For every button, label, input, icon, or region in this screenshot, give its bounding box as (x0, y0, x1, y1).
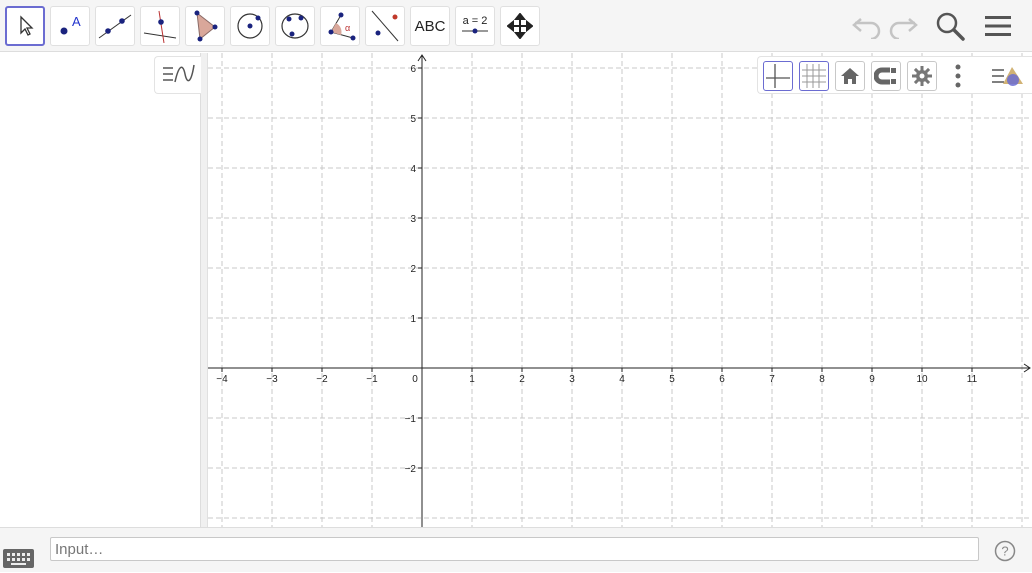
x-tick-label: 10 (916, 374, 928, 385)
x-tick-label: 5 (669, 374, 675, 385)
search-button[interactable] (932, 8, 968, 44)
text-tool[interactable]: ABC (410, 6, 450, 46)
perpendicular-line-icon (143, 10, 177, 43)
input-bar: ? (0, 527, 1032, 572)
more-options-button[interactable] (943, 61, 973, 91)
main-toolbar: A α ABC a = 2 (0, 0, 1032, 52)
y-tick-label: 2 (410, 264, 416, 275)
gear-icon (912, 66, 932, 86)
algebra-view-icon (163, 64, 195, 83)
y-tick-label: 6 (410, 64, 416, 75)
point-capturing-button[interactable] (871, 61, 901, 91)
slider-tool-label: a = 2 (462, 15, 488, 27)
undo-button[interactable] (849, 8, 885, 44)
svg-text:?: ? (1001, 544, 1008, 559)
polygon-icon (194, 10, 218, 42)
help-icon: ? (994, 540, 1016, 562)
x-tick-label: 8 (819, 374, 825, 385)
home-icon (841, 68, 859, 84)
x-tick-label: 9 (869, 374, 875, 385)
y-tick-label: 5 (410, 114, 416, 125)
point-tool[interactable]: A (50, 6, 90, 46)
hamburger-menu-icon (985, 16, 1011, 36)
angle-tool[interactable]: α (320, 6, 360, 46)
reflect-tool[interactable] (365, 6, 405, 46)
search-icon (936, 12, 965, 41)
circle-three-points-tool[interactable] (275, 6, 315, 46)
move-graphics-view-tool[interactable] (500, 6, 540, 46)
y-tick-label: −2 (405, 464, 417, 475)
slider-icon (462, 28, 488, 34)
y-tick-label: 4 (410, 164, 416, 175)
x-tick-label: 6 (719, 374, 725, 385)
text-tool-label: ABC (414, 17, 446, 35)
undo-icon (852, 18, 881, 39)
main-menu-button[interactable] (980, 8, 1016, 44)
circle-center-icon (237, 13, 263, 39)
line-icon (98, 14, 132, 39)
point-tool-label: A (72, 14, 81, 29)
magnet-icon (874, 67, 896, 85)
angle-tool-label: α (345, 23, 350, 33)
grid-toggle-button[interactable] (799, 61, 829, 91)
circle-three-points-icon (281, 13, 309, 39)
axes-icon (766, 64, 790, 88)
x-tick-label: 0 (412, 374, 418, 385)
circle-center-tool[interactable] (230, 6, 270, 46)
more-vertical-icon (955, 64, 961, 88)
reflect-icon (371, 10, 399, 42)
x-tick-label: −1 (366, 374, 378, 385)
x-tick-label: 3 (569, 374, 575, 385)
algebra-view (0, 53, 201, 527)
move-tool[interactable] (5, 6, 45, 46)
graphics-view-toggle[interactable] (988, 61, 1028, 91)
settings-button[interactable] (907, 61, 937, 91)
redo-icon (889, 18, 918, 39)
x-tick-label: 11 (967, 374, 978, 385)
view-splitter[interactable] (201, 53, 208, 527)
slider-tool[interactable]: a = 2 (455, 6, 495, 46)
point-icon: A (60, 14, 81, 35)
graphics-style-bar (757, 56, 1032, 94)
algebra-view-toggle[interactable] (154, 56, 201, 94)
x-tick-label: −4 (216, 374, 228, 385)
x-tick-label: 1 (469, 374, 475, 385)
axes-toggle-button[interactable] (763, 61, 793, 91)
graphics-canvas[interactable]: −4 −3 −2 −1 0 1 2 3 4 5 6 7 8 9 10 11 6 5 4 3 2 1 −1 −2 (208, 53, 1032, 527)
algebra-input-field[interactable] (50, 537, 979, 561)
x-tick-label: 4 (619, 374, 625, 385)
y-tick-label: 1 (410, 314, 416, 325)
keyboard-icon (7, 553, 30, 565)
graphics-view-icon (992, 67, 1023, 86)
redo-button[interactable] (885, 8, 921, 44)
home-button[interactable] (835, 61, 865, 91)
y-tick-label: −1 (405, 414, 417, 425)
help-button[interactable]: ? (994, 540, 1016, 562)
x-tick-label: −3 (266, 374, 278, 385)
grid-icon (802, 64, 826, 88)
move-arrows-icon (507, 13, 533, 39)
keyboard-button[interactable] (3, 549, 34, 568)
x-tick-label: −2 (316, 374, 328, 385)
x-tick-label: 2 (519, 374, 525, 385)
perpendicular-line-tool[interactable] (140, 6, 180, 46)
y-tick-label: 3 (410, 214, 416, 225)
polygon-tool[interactable] (185, 6, 225, 46)
x-tick-label: 7 (769, 374, 775, 385)
angle-icon: α (328, 12, 356, 41)
graphics-view[interactable]: −4 −3 −2 −1 0 1 2 3 4 5 6 7 8 9 10 11 6 5 4 3 2 1 −1 −2 (208, 53, 1032, 527)
line-tool[interactable] (95, 6, 135, 46)
cursor-arrow-icon (20, 15, 34, 36)
